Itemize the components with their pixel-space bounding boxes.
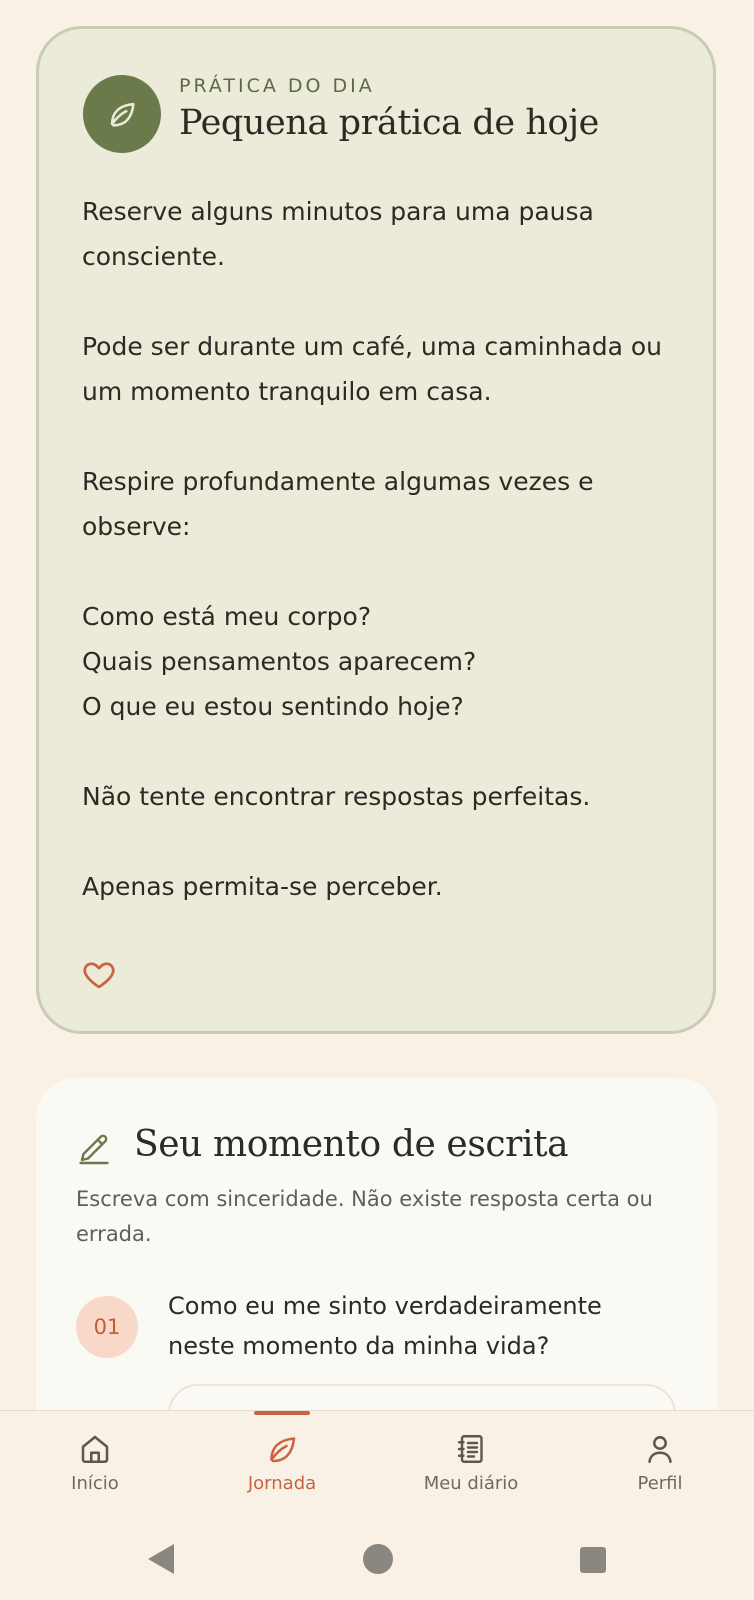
question-number-badge: 01	[76, 1296, 138, 1358]
writing-subtitle: Escreva com sinceridade. Não existe resp…	[76, 1187, 653, 1246]
practice-paragraph: Respire profundamente algumas vezes e ob…	[82, 467, 594, 541]
nav-item-meu-diario[interactable]: Meu diário	[401, 1411, 541, 1519]
leaf-badge	[83, 75, 161, 153]
pencil-icon	[79, 1134, 109, 1165]
system-nav-bar	[0, 1518, 754, 1600]
writing-title: Seu momento de escrita	[134, 1124, 569, 1165]
journal-icon	[457, 1435, 483, 1463]
practice-paragraph: Pode ser durante um café, uma caminhada …	[82, 332, 662, 406]
practice-paragraph: Apenas permita-se perceber.	[82, 872, 443, 901]
favorite-button[interactable]	[81, 957, 117, 993]
nav-item-inicio[interactable]: Início	[25, 1411, 165, 1519]
home-button-icon[interactable]	[362, 1542, 394, 1576]
practice-paragraph: Não tente encontrar respostas perfeitas.	[82, 782, 591, 811]
practice-eyebrow: PRÁTICA DO DIA	[179, 75, 375, 97]
leaf-icon	[270, 1437, 296, 1463]
practice-question-line: Quais pensamentos aparecem?	[82, 647, 477, 676]
practice-question-line: Como está meu corpo?	[82, 602, 372, 631]
nav-label: Meu diário	[423, 1473, 519, 1494]
practice-paragraph: Reserve alguns minutos para uma pausa co…	[82, 197, 594, 271]
leaf-icon	[110, 102, 135, 127]
practice-card: PRÁTICA DO DIA Pequena prática de hoje R…	[36, 26, 716, 1034]
active-tab-indicator	[254, 1411, 310, 1415]
home-icon	[81, 1435, 109, 1464]
nav-item-jornada[interactable]: Jornada	[212, 1411, 352, 1519]
practice-title: Pequena prática de hoje	[179, 103, 599, 143]
nav-label: Início	[71, 1473, 119, 1494]
back-icon[interactable]	[146, 1542, 176, 1576]
profile-icon	[648, 1436, 672, 1464]
nav-label: Jornada	[247, 1473, 317, 1494]
nav-label: Perfil	[637, 1473, 683, 1494]
practice-question-line: O que eu estou sentindo hoje?	[82, 692, 464, 721]
question-text: Como eu me sinto verdadeiramente neste m…	[168, 1292, 602, 1360]
recents-icon[interactable]	[579, 1542, 607, 1576]
practice-body: Reserve alguns minutos para uma pausa co…	[82, 189, 682, 909]
heart-icon	[83, 962, 115, 989]
bottom-nav: Início Jornada Meu diário Perfil	[0, 1410, 754, 1519]
nav-item-perfil[interactable]: Perfil	[590, 1411, 730, 1519]
